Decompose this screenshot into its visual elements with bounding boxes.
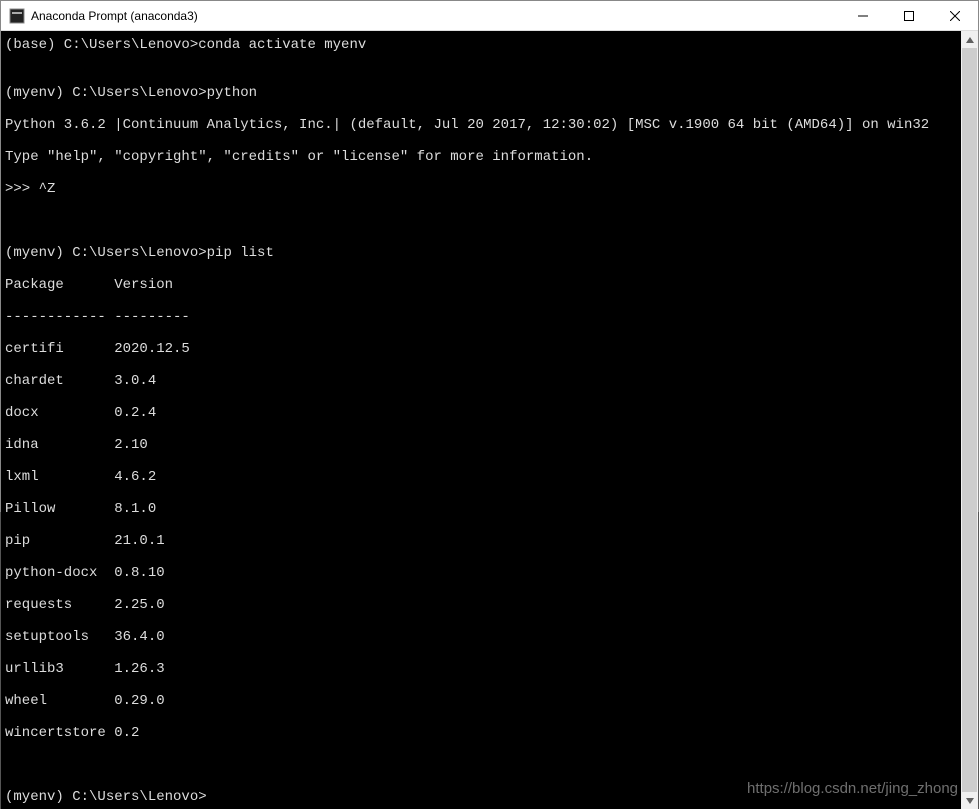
package-row: idna 2.10 — [5, 437, 957, 453]
prompt-line: (base) C:\Users\Lenovo>conda activate my… — [5, 37, 957, 53]
prompt: (myenv) C:\Users\Lenovo> — [5, 245, 207, 261]
command: python — [207, 85, 257, 101]
pip-header: Package Version — [5, 277, 957, 293]
maximize-button[interactable] — [886, 1, 932, 31]
package-row: Pillow 8.1.0 — [5, 501, 957, 517]
scroll-up-button[interactable] — [961, 31, 978, 48]
scroll-down-button[interactable] — [961, 792, 978, 809]
package-row: python-docx 0.8.10 — [5, 565, 957, 581]
package-row: chardet 3.0.4 — [5, 373, 957, 389]
package-row: setuptools 36.4.0 — [5, 629, 957, 645]
package-row: docx 0.2.4 — [5, 405, 957, 421]
prompt: (base) C:\Users\Lenovo> — [5, 37, 198, 53]
scrollbar-track[interactable] — [961, 48, 978, 792]
prompt-line: (myenv) C:\Users\Lenovo>pip list — [5, 245, 957, 261]
prompt: (myenv) C:\Users\Lenovo> — [5, 789, 207, 805]
command: conda activate myenv — [198, 37, 366, 53]
anaconda-icon — [9, 8, 25, 24]
package-row: lxml 4.6.2 — [5, 469, 957, 485]
package-row: wincertstore 0.2 — [5, 725, 957, 741]
app-window: Anaconda Prompt (anaconda3) (base) C:\Us… — [0, 0, 979, 512]
package-row: certifi 2020.12.5 — [5, 341, 957, 357]
python-banner: Type "help", "copyright", "credits" or "… — [5, 149, 957, 165]
minimize-button[interactable] — [840, 1, 886, 31]
titlebar[interactable]: Anaconda Prompt (anaconda3) — [1, 1, 978, 31]
prompt-line: (myenv) C:\Users\Lenovo>python — [5, 85, 957, 101]
package-row: urllib3 1.26.3 — [5, 661, 957, 677]
close-button[interactable] — [932, 1, 978, 31]
prompt-line: (myenv) C:\Users\Lenovo> — [5, 789, 957, 805]
package-row: pip 21.0.1 — [5, 533, 957, 549]
window-body: (base) C:\Users\Lenovo>conda activate my… — [1, 31, 978, 809]
package-row: wheel 0.29.0 — [5, 693, 957, 709]
pip-divider: ------------ --------- — [5, 309, 957, 325]
terminal-output[interactable]: (base) C:\Users\Lenovo>conda activate my… — [1, 31, 961, 809]
vertical-scrollbar[interactable] — [961, 31, 978, 809]
package-row: requests 2.25.0 — [5, 597, 957, 613]
python-banner: Python 3.6.2 |Continuum Analytics, Inc.|… — [5, 117, 957, 133]
scrollbar-thumb[interactable] — [962, 48, 977, 792]
command: pip list — [207, 245, 274, 261]
python-repl: >>> ^Z — [5, 181, 957, 197]
prompt: (myenv) C:\Users\Lenovo> — [5, 85, 207, 101]
window-title: Anaconda Prompt (anaconda3) — [31, 9, 198, 23]
